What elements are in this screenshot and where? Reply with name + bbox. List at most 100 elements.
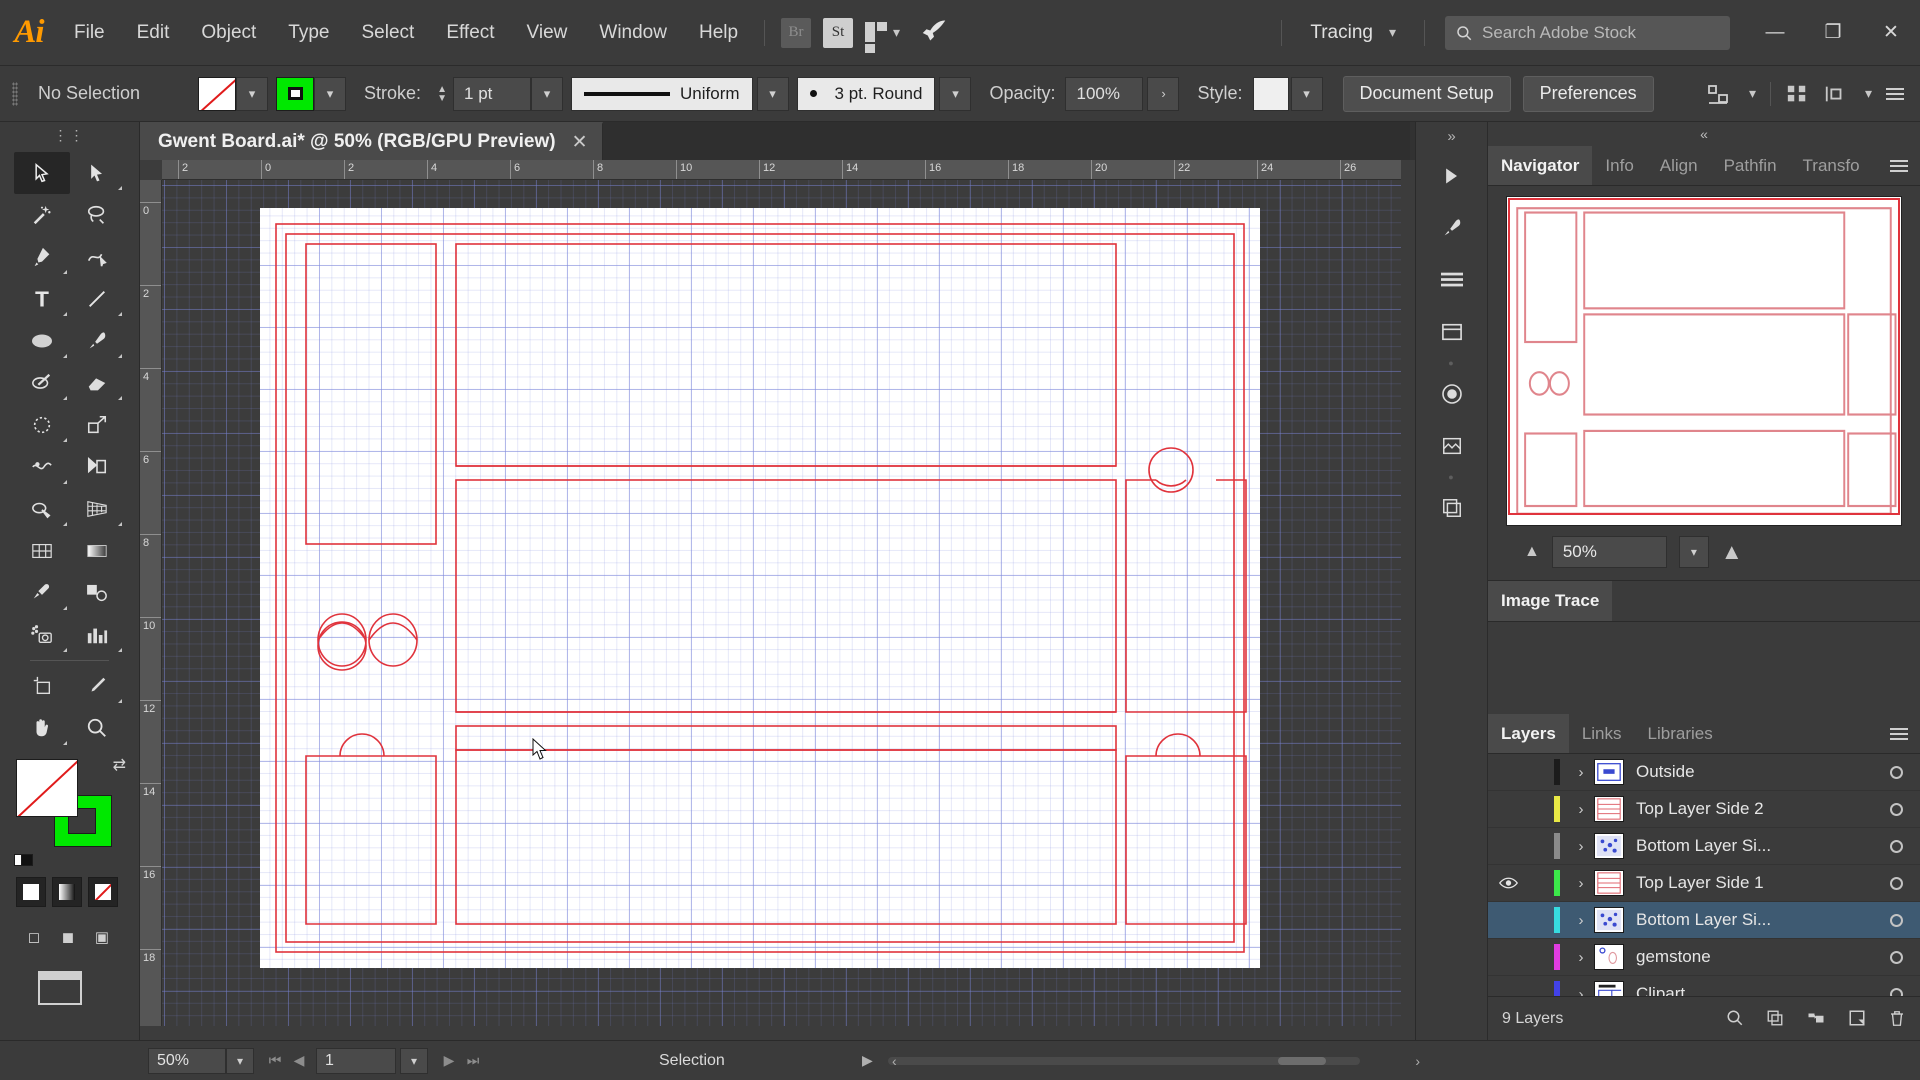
fill-dropdown-icon[interactable]: ▾: [236, 77, 268, 111]
layers-panel-menu-icon[interactable]: [1878, 714, 1920, 753]
default-fill-stroke-icon[interactable]: [14, 853, 33, 871]
tab-image-trace[interactable]: Image Trace: [1488, 581, 1612, 621]
status-zoom-input[interactable]: 50%: [148, 1048, 226, 1074]
stroke-weight-input[interactable]: 1 pt: [453, 77, 531, 111]
tab-pathfinder[interactable]: Pathfin: [1711, 146, 1790, 185]
slice-tool[interactable]: [70, 665, 126, 707]
vertical-ruler[interactable]: 024681012141618: [140, 180, 162, 1026]
workspace-switcher[interactable]: Tracing ▾: [1292, 22, 1414, 44]
mesh-tool[interactable]: [14, 530, 70, 572]
make-clipping-mask-icon[interactable]: [1766, 1009, 1784, 1027]
grid-view-icon[interactable]: [1785, 83, 1809, 105]
color-mode-button[interactable]: [16, 877, 46, 907]
layer-row[interactable]: ›Top Layer Side 2: [1488, 791, 1920, 828]
opacity-expand-icon[interactable]: ›: [1147, 77, 1179, 111]
close-button[interactable]: ✕: [1862, 0, 1920, 66]
canvas-area[interactable]: 202468101214161820222426 024681012141618: [140, 160, 1415, 1040]
chevron-right-icon[interactable]: ›: [1568, 912, 1594, 929]
layer-target-icon[interactable]: [1872, 951, 1920, 964]
align-dropdown-icon[interactable]: ▾: [1749, 85, 1756, 102]
hand-tool[interactable]: [14, 707, 70, 749]
arrange-documents-icon[interactable]: ▾: [865, 18, 900, 48]
maximize-button[interactable]: ❐: [1804, 0, 1862, 66]
rail-expand-icon[interactable]: »: [1416, 122, 1487, 150]
horizontal-ruler[interactable]: 202468101214161820222426: [162, 160, 1401, 180]
menu-window[interactable]: Window: [583, 0, 683, 66]
artboard-tool[interactable]: [14, 665, 70, 707]
draw-normal-icon[interactable]: ◻: [22, 925, 46, 949]
chevron-right-icon[interactable]: ›: [1568, 838, 1594, 855]
tab-libraries[interactable]: Libraries: [1635, 714, 1726, 753]
preferences-button[interactable]: Preferences: [1523, 76, 1654, 112]
horizontal-scrollbar-thumb[interactable]: [1278, 1057, 1326, 1065]
swap-fill-stroke-icon[interactable]: ⇄: [113, 755, 126, 775]
layer-row[interactable]: ›gemstone: [1488, 939, 1920, 976]
lasso-tool[interactable]: [70, 194, 126, 236]
brush-definition-dropdown-icon[interactable]: ▾: [939, 77, 971, 111]
rotate-tool[interactable]: [14, 404, 70, 446]
layer-target-icon[interactable]: [1872, 877, 1920, 890]
layer-target-icon[interactable]: [1872, 988, 1920, 997]
menu-view[interactable]: View: [511, 0, 584, 66]
navigator-zoom-dropdown-icon[interactable]: ▾: [1679, 536, 1709, 568]
chevron-right-icon[interactable]: ›: [1568, 801, 1594, 818]
ellipse-tool[interactable]: [14, 320, 70, 362]
create-sublayer-icon[interactable]: [1806, 1009, 1826, 1027]
menu-type[interactable]: Type: [272, 0, 345, 66]
menu-file[interactable]: File: [58, 0, 121, 66]
layer-target-icon[interactable]: [1872, 914, 1920, 927]
shaper-tool[interactable]: [14, 362, 70, 404]
menu-object[interactable]: Object: [185, 0, 272, 66]
style-dropdown-icon[interactable]: ▾: [1291, 77, 1323, 111]
rail-color-guide-icon[interactable]: [1416, 368, 1487, 420]
create-new-layer-icon[interactable]: [1848, 1009, 1866, 1027]
menu-select[interactable]: Select: [346, 0, 431, 66]
layer-target-icon[interactable]: [1872, 803, 1920, 816]
layer-visibility-toggle-icon[interactable]: [1488, 876, 1528, 890]
rail-artboards-icon[interactable]: [1416, 306, 1487, 358]
curvature-tool[interactable]: [70, 236, 126, 278]
graphic-style-swatch[interactable]: [1253, 77, 1289, 111]
selection-tool[interactable]: [14, 152, 70, 194]
stroke-weight-stepper[interactable]: ▲▼: [431, 77, 453, 111]
layer-target-icon[interactable]: [1872, 766, 1920, 779]
bridge-icon[interactable]: Br: [781, 18, 811, 48]
next-artboard-icon[interactable]: ▶: [438, 1052, 460, 1069]
distribute-spacing-icon[interactable]: [1823, 83, 1847, 105]
tab-layers[interactable]: Layers: [1488, 714, 1569, 753]
paintbrush-tool[interactable]: [70, 320, 126, 362]
align-to-selection-icon[interactable]: [1705, 82, 1731, 106]
type-tool[interactable]: [14, 278, 70, 320]
opacity-input[interactable]: 100%: [1065, 77, 1143, 111]
layer-row[interactable]: ›Bottom Layer Si...: [1488, 902, 1920, 939]
fill-color-swatch[interactable]: [198, 77, 236, 111]
draw-inside-icon[interactable]: ▣: [90, 925, 114, 949]
gradient-mode-button[interactable]: [52, 877, 82, 907]
zoom-in-icon[interactable]: ▲: [1721, 539, 1743, 565]
stroke-dropdown-icon[interactable]: ▾: [314, 77, 346, 111]
tab-align[interactable]: Align: [1647, 146, 1711, 185]
blend-tool[interactable]: [70, 572, 126, 614]
status-expand-icon[interactable]: ▶: [862, 1052, 873, 1069]
symbol-sprayer-tool[interactable]: [14, 614, 70, 656]
document-setup-button[interactable]: Document Setup: [1343, 76, 1511, 112]
zoom-out-icon[interactable]: ▲: [1524, 543, 1540, 561]
none-mode-button[interactable]: [88, 877, 118, 907]
free-transform-tool[interactable]: [70, 446, 126, 488]
rail-image-trace-icon[interactable]: [1416, 420, 1487, 472]
perspective-grid-tool[interactable]: [70, 488, 126, 530]
navigator-thumbnail[interactable]: [1506, 196, 1902, 526]
layer-row[interactable]: ›Clipart: [1488, 976, 1920, 996]
navigator-zoom-input[interactable]: 50%: [1552, 536, 1667, 568]
layer-row[interactable]: ›Outside: [1488, 754, 1920, 791]
scroll-right-icon[interactable]: ›: [1415, 1053, 1420, 1069]
layer-target-icon[interactable]: [1872, 840, 1920, 853]
stroke-color-swatch[interactable]: [276, 77, 314, 111]
tab-links[interactable]: Links: [1569, 714, 1635, 753]
column-graph-tool[interactable]: [70, 614, 126, 656]
menu-help[interactable]: Help: [683, 0, 754, 66]
gradient-tool[interactable]: [70, 530, 126, 572]
menu-edit[interactable]: Edit: [121, 0, 186, 66]
artboard-number-input[interactable]: 1: [316, 1048, 396, 1074]
stroke-profile-dropdown-icon[interactable]: ▾: [757, 77, 789, 111]
